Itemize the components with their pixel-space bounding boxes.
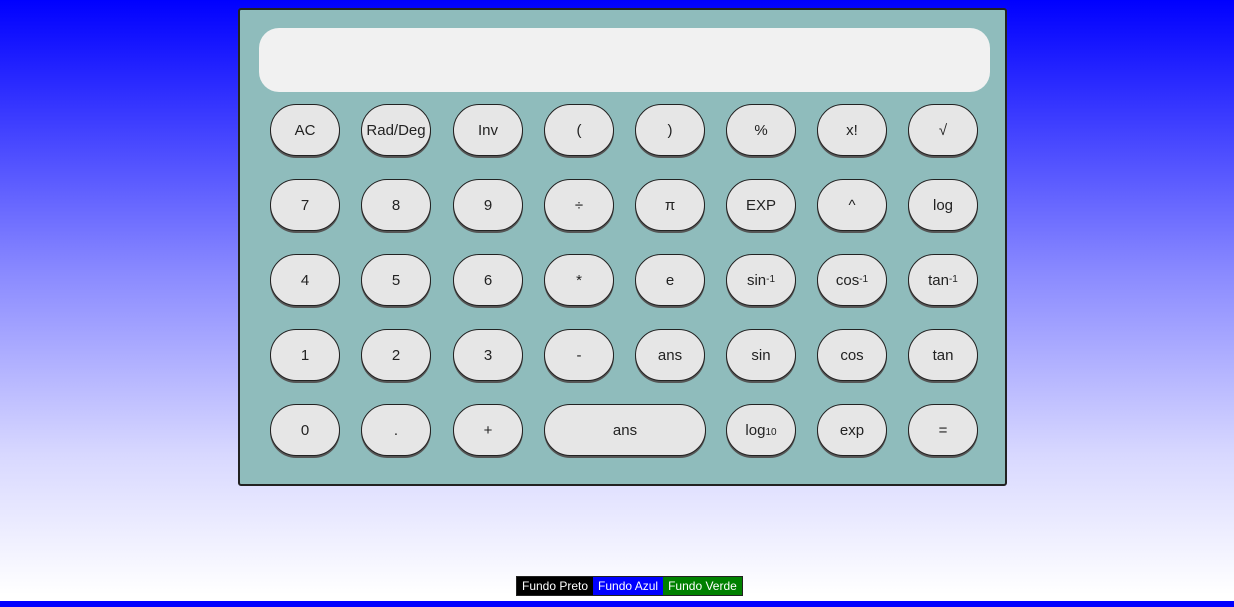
arcsin-label: sin: [746, 271, 767, 289]
euler-e-button[interactable]: e: [635, 254, 705, 306]
sin-button[interactable]: sin: [726, 329, 796, 381]
exponential-button[interactable]: exp: [817, 404, 887, 456]
close-paren-button[interactable]: ): [635, 104, 705, 156]
square-root-button[interactable]: √: [908, 104, 978, 156]
rad-deg-toggle-button[interactable]: Rad/Deg: [361, 104, 431, 156]
percent-button[interactable]: %: [726, 104, 796, 156]
digit-6-button[interactable]: 6: [453, 254, 523, 306]
factorial-button[interactable]: x!: [817, 104, 887, 156]
bottom-bar: [0, 601, 1234, 607]
tan-button[interactable]: tan: [908, 329, 978, 381]
arccos-superscript: -1: [859, 273, 869, 285]
theme-black-button[interactable]: Fundo Preto: [517, 577, 594, 595]
log-button[interactable]: log: [908, 179, 978, 231]
power-button[interactable]: ^: [817, 179, 887, 231]
arctan-label: tan: [928, 271, 949, 289]
log10-label: log: [745, 421, 766, 439]
pi-button[interactable]: π: [635, 179, 705, 231]
digit-3-button[interactable]: 3: [453, 329, 523, 381]
theme-blue-button[interactable]: Fundo Azul: [593, 577, 664, 595]
exp-notation-button[interactable]: EXP: [726, 179, 796, 231]
all-clear-button[interactable]: AC: [270, 104, 340, 156]
digit-0-button[interactable]: 0: [270, 404, 340, 456]
log10-button[interactable]: log 10: [726, 404, 796, 456]
arcsin-superscript: -1: [766, 273, 776, 285]
inverse-button[interactable]: Inv: [453, 104, 523, 156]
ans-button[interactable]: ans: [635, 329, 705, 381]
ans-wide-button[interactable]: ans: [544, 404, 706, 456]
arccos-button[interactable]: cos -1: [817, 254, 887, 306]
cos-button[interactable]: cos: [817, 329, 887, 381]
digit-9-button[interactable]: 9: [453, 179, 523, 231]
digit-2-button[interactable]: 2: [361, 329, 431, 381]
digit-4-button[interactable]: 4: [270, 254, 340, 306]
open-paren-button[interactable]: (: [544, 104, 614, 156]
digit-8-button[interactable]: 8: [361, 179, 431, 231]
theme-green-button[interactable]: Fundo Verde: [663, 577, 742, 595]
arctan-superscript: -1: [948, 273, 958, 285]
log10-subscript: 10: [765, 426, 777, 438]
digit-5-button[interactable]: 5: [361, 254, 431, 306]
equals-button[interactable]: =: [908, 404, 978, 456]
add-button[interactable]: +: [453, 404, 523, 456]
calculator-body: AC Rad/Deg Inv ( ) % x! √ 7 8 9 ÷ π EXP …: [238, 8, 1007, 486]
calculator-display: [259, 28, 990, 92]
digit-1-button[interactable]: 1: [270, 329, 340, 381]
subtract-button[interactable]: -: [544, 329, 614, 381]
divide-button[interactable]: ÷: [544, 179, 614, 231]
arccos-label: cos: [835, 271, 860, 289]
digit-7-button[interactable]: 7: [270, 179, 340, 231]
theme-switcher: Fundo Preto Fundo Azul Fundo Verde: [516, 576, 743, 596]
multiply-button[interactable]: *: [544, 254, 614, 306]
arcsin-button[interactable]: sin -1: [726, 254, 796, 306]
arctan-button[interactable]: tan -1: [908, 254, 978, 306]
decimal-point-button[interactable]: .: [361, 404, 431, 456]
